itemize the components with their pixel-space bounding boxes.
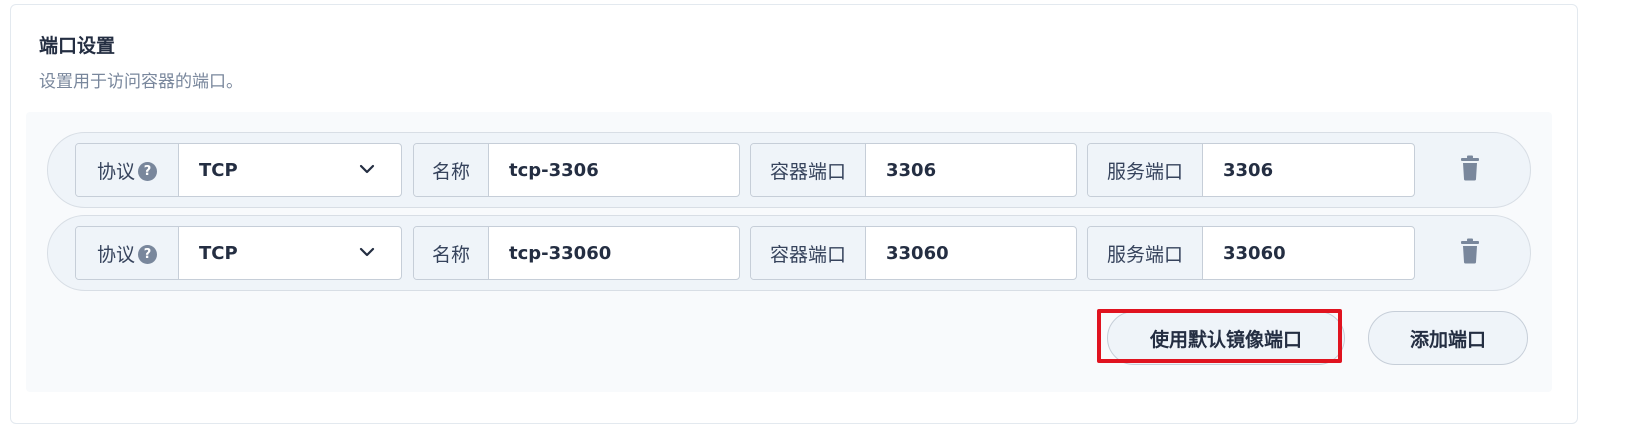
container-port-label: 容器端口 [769, 243, 846, 266]
name-input[interactable]: tcp-3306 [489, 144, 739, 196]
name-label-box: 名称 [414, 227, 489, 279]
container-port-label: 容器端口 [769, 160, 846, 183]
service-port-label: 服务端口 [1106, 160, 1183, 183]
trash-icon[interactable] [1460, 155, 1480, 181]
use-default-image-ports-button[interactable]: 使用默认镜像端口 [1107, 311, 1345, 365]
section-title: 端口设置 [39, 35, 116, 57]
section-description: 设置用于访问容器的端口。 [39, 72, 243, 92]
protocol-select[interactable]: 协议 ? TCP [75, 143, 402, 197]
protocol-value-box[interactable]: TCP [179, 144, 401, 196]
trash-icon[interactable] [1460, 238, 1480, 264]
name-field[interactable]: 名称 tcp-33060 [413, 226, 740, 280]
protocol-label-box: 协议 ? [76, 227, 179, 279]
protocol-label: 协议 [96, 243, 135, 266]
container-port-label-box: 容器端口 [751, 144, 866, 196]
help-icon[interactable]: ? [138, 162, 157, 181]
service-port-label-box: 服务端口 [1088, 227, 1203, 279]
service-port-field[interactable]: 服务端口 3306 [1087, 143, 1415, 197]
name-field[interactable]: 名称 tcp-3306 [413, 143, 740, 197]
name-label: 名称 [431, 243, 470, 266]
service-port-input[interactable]: 3306 [1203, 144, 1414, 196]
protocol-select[interactable]: 协议 ? TCP [75, 226, 402, 280]
container-port-field[interactable]: 容器端口 33060 [750, 226, 1077, 280]
port-settings-card: 端口设置 设置用于访问容器的端口。 协议 ? TCP 名称 tcp-3306 容… [10, 4, 1578, 424]
container-port-input[interactable]: 33060 [866, 227, 1076, 279]
port-row: 协议 ? TCP 名称 tcp-33060 容器端口 33060 服务端口 33… [47, 215, 1531, 291]
chevron-down-icon [359, 164, 375, 174]
help-icon[interactable]: ? [138, 245, 157, 264]
container-port-label-box: 容器端口 [751, 227, 866, 279]
add-port-button[interactable]: 添加端口 [1368, 311, 1528, 365]
name-input[interactable]: tcp-33060 [489, 227, 739, 279]
service-port-label: 服务端口 [1106, 243, 1183, 266]
chevron-down-icon [359, 247, 375, 257]
protocol-value-box[interactable]: TCP [179, 227, 401, 279]
service-port-field[interactable]: 服务端口 33060 [1087, 226, 1415, 280]
protocol-label: 协议 [96, 160, 135, 183]
service-port-label-box: 服务端口 [1088, 144, 1203, 196]
service-port-input[interactable]: 33060 [1203, 227, 1414, 279]
protocol-value: TCP [199, 242, 238, 264]
container-port-input[interactable]: 3306 [866, 144, 1076, 196]
name-label-box: 名称 [414, 144, 489, 196]
port-row: 协议 ? TCP 名称 tcp-3306 容器端口 3306 服务端口 3306 [47, 132, 1531, 208]
protocol-value: TCP [199, 159, 238, 181]
container-port-field[interactable]: 容器端口 3306 [750, 143, 1077, 197]
name-label: 名称 [431, 160, 470, 183]
protocol-label-box: 协议 ? [76, 144, 179, 196]
